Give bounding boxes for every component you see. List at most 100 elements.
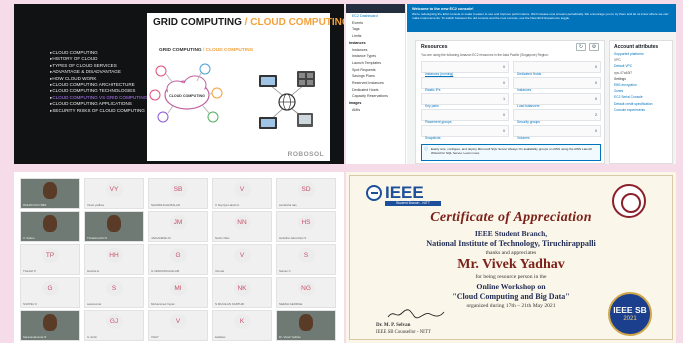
slide-table-of-contents: CLOUD COMPUTINGHISTORY OF CLOUDTYPES OF … (50, 50, 160, 114)
resource-tile[interactable]: Snapshots 0 (421, 125, 509, 140)
participant-name: Hebsiba Jeba Rani S (279, 236, 307, 240)
participant-tile[interactable]: NN Nehru Nlos (212, 211, 272, 242)
resource-tile[interactable]: Instances (running) 0 (421, 61, 509, 76)
resource-tile[interactable]: Load balancers 0 (513, 93, 601, 108)
resource-tile[interactable]: Elastic IPs 0 (421, 77, 509, 92)
participant-avatar: SB (169, 182, 187, 197)
resource-count: 0 (595, 65, 597, 69)
participant-avatar: S (105, 281, 123, 296)
participant-tile[interactable]: Thulasimurthi S (84, 211, 144, 242)
certificate-org-line2: National Institute of Technology, Tiruch… (426, 239, 596, 248)
participant-tile[interactable]: MI Muhammed Iniyan (148, 277, 208, 308)
resource-tile[interactable]: Volumes 0 (513, 125, 601, 140)
sidebar-item[interactable]: Limits (346, 33, 405, 40)
participant-name: Selvan C (279, 269, 291, 273)
sidebar-item[interactable]: Launch Templates (346, 60, 405, 67)
account-attribute[interactable]: Console experiments (614, 107, 668, 113)
resources-title: Resources (421, 44, 448, 50)
participant-video (43, 314, 57, 331)
welcome-banner: Welcome to the new EC2 console! We're re… (407, 4, 676, 32)
resource-count: 0 (503, 81, 505, 85)
ec2-sidebar: New EC2 Experience EC2 Dashboard Events Ta… (346, 4, 406, 164)
sidebar-item[interactable]: Savings Plans (346, 73, 405, 80)
certificate-recipient: Mr. Vivek Yadhav (457, 257, 565, 272)
participant-tile[interactable]: S Selvan C (276, 244, 336, 275)
resources-panel: Resources ↻ ⚙ You are using the followin… (415, 40, 605, 164)
new-experience-toggle[interactable]: New EC2 Experience (346, 4, 405, 18)
sidebar-item: Images (349, 101, 362, 106)
participant-name: Saravanakumar R (23, 335, 47, 339)
resource-count: 0 (595, 129, 597, 133)
participant-tile[interactable]: SB SHANMUGHA BALAN (148, 178, 208, 209)
resource-tile[interactable]: Security groups 2 (513, 109, 601, 124)
participant-tile[interactable]: VY Vivek yadhav (84, 178, 144, 209)
participant-tile[interactable]: Saravanakumar R (20, 310, 80, 341)
participant-tile[interactable]: JM JAIGANESH M (148, 211, 208, 242)
sidebar-item[interactable]: Instance Types (346, 53, 405, 60)
badge-line2: 2021 (623, 316, 637, 322)
sidebar-item[interactable]: Tags (346, 26, 405, 33)
participant-tile[interactable]: Ssanukumar (84, 277, 144, 308)
resource-name: Placement groups (425, 120, 452, 124)
resource-name: Snapshots (425, 136, 441, 140)
resource-tile[interactable]: Dedicated Hosts 0 (513, 61, 601, 76)
participant-avatar: G (169, 248, 187, 263)
participant-video (43, 182, 57, 199)
launch-wizard-info: Easily size, configure, and deploy Micro… (421, 144, 601, 161)
sidebar-item[interactable]: Events (346, 20, 405, 27)
participant-tile[interactable]: GJ G Jerlin (84, 310, 144, 341)
participant-tile[interactable]: TP Thanish P (20, 244, 80, 275)
participant-tile[interactable]: V. Sahoo (20, 211, 80, 242)
sidebar-item[interactable]: Instances (346, 47, 405, 54)
participant-name: Muhammed Iniyan (151, 302, 175, 306)
refresh-button[interactable]: ↻ (576, 43, 586, 51)
certificate-thanks: thanks and appreciates (485, 250, 537, 256)
participant-avatar: JM (169, 215, 187, 230)
participant-video (299, 314, 313, 331)
participant-tile[interactable]: G G.VENKATACHALAM (148, 244, 208, 275)
settings-gear-icon[interactable]: ⚙ (589, 43, 599, 51)
sidebar-item[interactable]: EC2 Dashboard (346, 13, 405, 20)
participant-name: G Jerlin (87, 335, 97, 339)
participant-tile[interactable]: G SIVATEJ K (20, 277, 80, 308)
participant-name: Dr. Vivek Yadhav (279, 335, 301, 339)
participant-avatar: HS (297, 215, 315, 230)
participant-video (107, 215, 121, 232)
resource-count: 2 (595, 113, 597, 117)
participant-avatar: V (233, 182, 251, 197)
participant-tile[interactable]: Dr. Vivek Yadhav (276, 310, 336, 341)
cloud-diagram: CLOUD COMPUTING (149, 63, 315, 129)
resource-tile[interactable]: Instances 0 (513, 77, 601, 92)
participant-tile[interactable]: V VIJAY (148, 310, 208, 341)
resource-count: 0 (595, 81, 597, 85)
participant-tile[interactable]: V Vinoda (212, 244, 272, 275)
sidebar-item[interactable]: Capacity Reservations (346, 93, 405, 100)
participant-tile[interactable]: HS Hebsiba Jeba Rani S (276, 211, 336, 242)
ieee-logo-word: IEEE (385, 183, 424, 202)
participant-name: Vinoda (215, 269, 224, 273)
participant-tile[interactable]: SD samiksha das (276, 178, 336, 209)
participant-tile[interactable]: Kkalidass (212, 310, 272, 341)
participant-tile[interactable]: ROHAN M R SBR (20, 178, 80, 209)
presentation-panel: CLOUD COMPUTINGHISTORY OF CLOUDTYPES OF … (14, 4, 344, 164)
resource-tile[interactable]: Key pairs 1 (421, 93, 509, 108)
sidebar-item[interactable]: Spot Requests (346, 67, 405, 74)
resources-description: You are using the following Amazon EC2 r… (421, 53, 549, 57)
participant-avatar: TP (41, 248, 59, 263)
sidebar-item[interactable]: Dedicated Hosts (346, 87, 405, 94)
sidebar-item[interactable]: AMIs (346, 107, 405, 114)
slide-watermark: ROBOSOL (287, 151, 324, 158)
sidebar-item[interactable]: Reserved Instances (346, 80, 405, 87)
ieee-globe-icon (366, 185, 382, 201)
participant-name: SHANMUGHA BALAN (151, 203, 180, 207)
participant-name: JAIGANESH M (151, 236, 171, 240)
participant-tile[interactable]: HH Harsha H (84, 244, 144, 275)
participant-avatar: V (169, 314, 187, 329)
participant-tile[interactable]: V V Supriya Lakshmi (212, 178, 272, 209)
participant-tile[interactable]: NG NEENA GEORGE (276, 277, 336, 308)
resource-tile[interactable]: Placement groups 0 (421, 109, 509, 124)
participant-name: samiksha das (279, 203, 297, 207)
participant-avatar: MI (169, 281, 187, 296)
participant-tile[interactable]: NK N.MUGILAN KARTHIK (212, 277, 272, 308)
resource-count: 0 (503, 113, 505, 117)
